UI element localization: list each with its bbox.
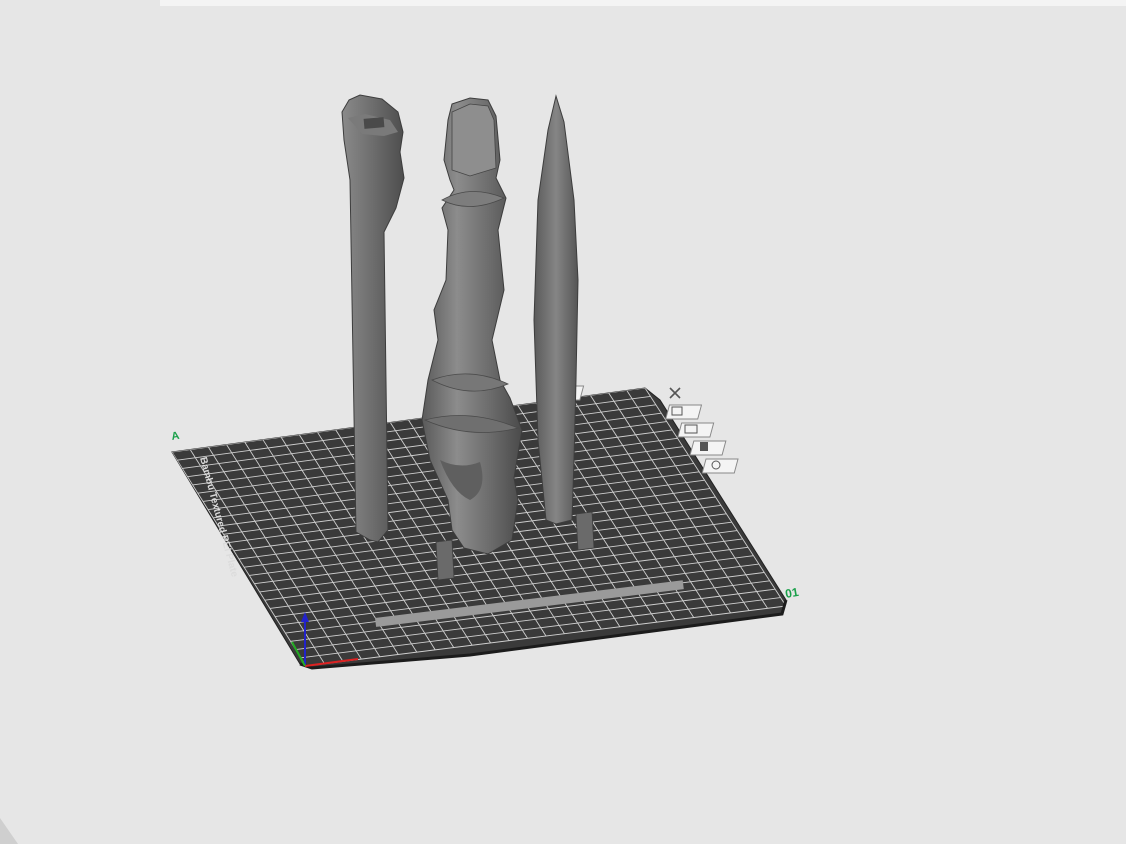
bed-label-left: A — [170, 430, 180, 443]
model-blade-part-right[interactable] — [533, 94, 579, 525]
corner-triangle — [0, 818, 18, 844]
layers-icon[interactable] — [677, 422, 715, 438]
settings-icon[interactable] — [701, 458, 739, 474]
lock-icon[interactable] — [689, 440, 727, 456]
3d-viewport[interactable]: Bambu Textured PEI Plate A 01 — [0, 0, 1126, 844]
bed-label-right: 01 — [784, 585, 800, 601]
arrange-icon[interactable] — [665, 404, 703, 420]
